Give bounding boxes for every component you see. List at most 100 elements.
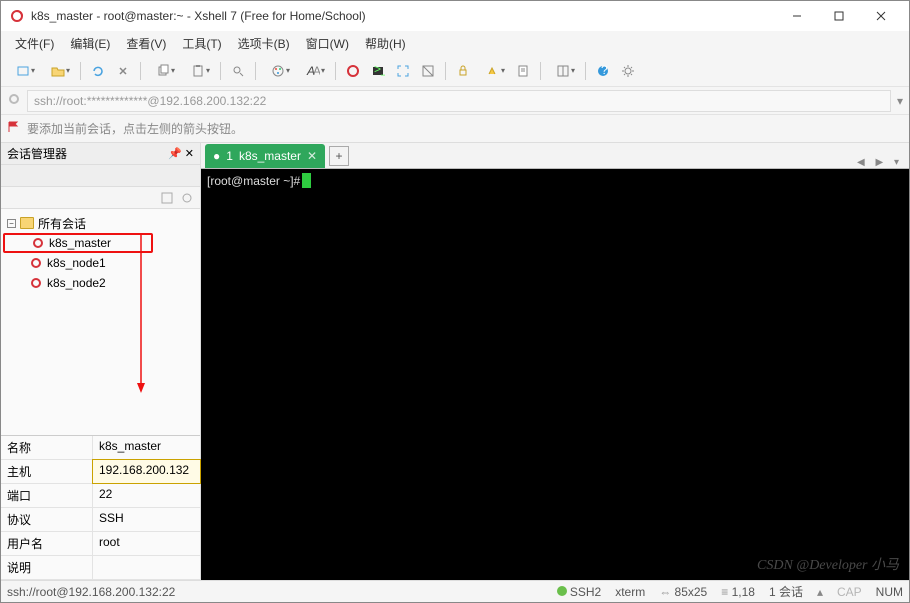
help-button[interactable]: ? (592, 60, 614, 82)
separator (445, 62, 446, 80)
prop-key: 说明 (1, 556, 93, 579)
main-area: 会话管理器 📌 ✕ − 所有会话 k8s_master k8s_node1 (1, 143, 909, 580)
separator (585, 62, 586, 80)
tab-k8s-master[interactable]: ● 1 k8s_master ✕ (205, 144, 325, 168)
prop-row-host: 主机192.168.200.132 (1, 460, 200, 484)
reconnect-button[interactable] (87, 60, 109, 82)
copy-button[interactable] (147, 60, 179, 82)
svg-text:>_: >_ (374, 64, 385, 76)
tab-nav[interactable]: ◀ ▶ ▾ (857, 157, 903, 168)
tab-add-button[interactable]: + (329, 146, 349, 166)
sidebar-toolbar (1, 187, 200, 209)
status-dropdown[interactable]: ▴ (817, 585, 823, 599)
tab-index: 1 (226, 149, 233, 163)
menu-edit[interactable]: 编辑(E) (64, 33, 116, 54)
terminal-button[interactable]: >_ (367, 60, 389, 82)
session-icon (31, 236, 45, 250)
settings-button[interactable] (617, 60, 639, 82)
find-button[interactable] (227, 60, 249, 82)
address-input[interactable]: ssh://root:*************@192.168.200.132… (27, 90, 891, 112)
disconnect-button[interactable] (112, 60, 134, 82)
window-controls (777, 2, 901, 30)
minimize-button[interactable] (777, 2, 817, 30)
menu-tabs[interactable]: 选项卡(B) (232, 33, 296, 54)
tree-root[interactable]: − 所有会话 (3, 213, 198, 233)
sidebar-tool-button[interactable] (158, 189, 176, 207)
app-icon (9, 8, 25, 24)
open-button[interactable] (42, 60, 74, 82)
tab-label: k8s_master (239, 149, 301, 163)
menu-file[interactable]: 文件(F) (9, 33, 60, 54)
transparency-button[interactable] (417, 60, 439, 82)
status-protocol: SSH2 (557, 585, 601, 599)
properties-panel: 名称k8s_master 主机192.168.200.132 端口22 协议SS… (1, 435, 200, 580)
session-item-k8s-node2[interactable]: k8s_node2 (3, 273, 198, 293)
terminal-prompt: [root@master ~]# (207, 174, 300, 188)
separator (80, 62, 81, 80)
session-item-k8s-node1[interactable]: k8s_node1 (3, 253, 198, 273)
titlebar: k8s_master - root@master:~ - Xshell 7 (F… (1, 1, 909, 31)
tab-close-icon[interactable]: ✕ (307, 149, 317, 163)
highlight-button[interactable] (477, 60, 509, 82)
menu-window[interactable]: 窗口(W) (300, 33, 355, 54)
separator (335, 62, 336, 80)
svg-text:A: A (313, 64, 320, 78)
paste-button[interactable] (182, 60, 214, 82)
prop-value: 22 (93, 484, 200, 507)
terminal[interactable]: [root@master ~]# CSDN @Developer 小马 (201, 169, 909, 580)
tree-root-label: 所有会话 (38, 215, 86, 232)
collapse-icon[interactable]: − (7, 219, 16, 228)
prop-key: 端口 (1, 484, 93, 507)
separator (220, 62, 221, 80)
menubar: 文件(F) 编辑(E) 查看(V) 工具(T) 选项卡(B) 窗口(W) 帮助(… (1, 31, 909, 55)
sidebar-tool-button[interactable] (178, 189, 196, 207)
prop-row-description: 说明 (1, 556, 200, 580)
sidebar-tabs[interactable] (1, 165, 200, 187)
svg-text:?: ? (601, 64, 608, 77)
prop-row-name: 名称k8s_master (1, 436, 200, 460)
prop-value[interactable]: 192.168.200.132 (93, 460, 200, 483)
tab-strip: ● 1 k8s_master ✕ + ◀ ▶ ▾ (201, 143, 909, 169)
address-dropdown[interactable]: ▾ (897, 94, 903, 108)
session-item-k8s-master[interactable]: k8s_master (3, 233, 153, 253)
menu-help[interactable]: 帮助(H) (359, 33, 412, 54)
sidebar: 会话管理器 📌 ✕ − 所有会话 k8s_master k8s_node1 (1, 143, 201, 580)
new-session-button[interactable] (7, 60, 39, 82)
script-button[interactable] (512, 60, 534, 82)
toolbar: AA >_ ? (1, 55, 909, 87)
prop-row-protocol: 协议SSH (1, 508, 200, 532)
separator (140, 62, 141, 80)
prop-key: 用户名 (1, 532, 93, 555)
xshell-logo-button[interactable] (342, 60, 364, 82)
sidebar-header: 会话管理器 📌 ✕ (1, 143, 200, 165)
address-bar: ssh://root:*************@192.168.200.132… (1, 87, 909, 115)
maximize-button[interactable] (819, 2, 859, 30)
font-button[interactable]: AA (297, 60, 329, 82)
close-button[interactable] (861, 2, 901, 30)
prop-row-port: 端口22 (1, 484, 200, 508)
watermark: CSDN @Developer 小马 (757, 554, 899, 574)
menu-view[interactable]: 查看(V) (120, 33, 172, 54)
status-bar: ssh://root@192.168.200.132:22 SSH2 xterm… (1, 580, 909, 602)
folder-icon (20, 217, 34, 229)
status-pos: ≡ 1,18 (721, 585, 755, 599)
tip-text: 要添加当前会话，点击左侧的箭头按钮。 (27, 120, 243, 137)
fullscreen-button[interactable] (392, 60, 414, 82)
palette-button[interactable] (262, 60, 294, 82)
session-tree: − 所有会话 k8s_master k8s_node1 k8s_node2 (1, 209, 200, 435)
prop-key: 名称 (1, 436, 93, 459)
lock-button[interactable] (452, 60, 474, 82)
layout-button[interactable] (547, 60, 579, 82)
address-text: ssh://root:*************@192.168.200.132… (34, 94, 266, 108)
session-label: k8s_node1 (47, 256, 106, 270)
plus-icon: + (336, 149, 343, 163)
session-icon (29, 256, 43, 270)
separator (255, 62, 256, 80)
swirl-icon (7, 92, 21, 109)
pin-icon[interactable]: 📌 ✕ (168, 147, 194, 160)
status-sessions[interactable]: 1 会话 (769, 583, 803, 600)
status-term: xterm (615, 585, 645, 599)
menu-tools[interactable]: 工具(T) (176, 33, 227, 54)
tip-bar: 要添加当前会话，点击左侧的箭头按钮。 (1, 115, 909, 143)
session-label: k8s_master (49, 236, 111, 250)
